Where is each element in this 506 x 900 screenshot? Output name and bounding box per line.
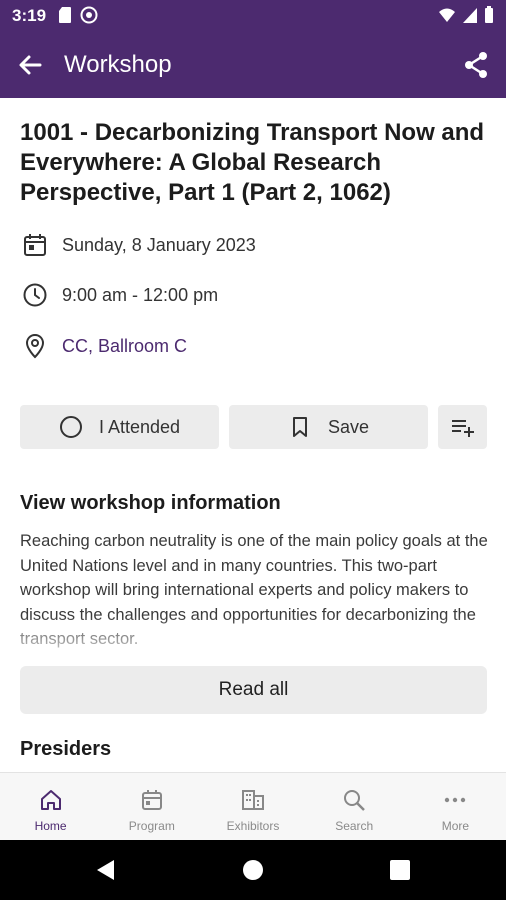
building-icon xyxy=(240,787,266,813)
circle-outline-icon xyxy=(59,415,83,439)
date-row: Sunday, 8 January 2023 xyxy=(20,230,256,260)
read-all-button[interactable]: Read all xyxy=(20,666,487,714)
nav-more[interactable]: More xyxy=(405,773,506,840)
page-title: Workshop xyxy=(64,51,172,78)
sd-card-icon xyxy=(58,6,72,29)
circle-home-icon xyxy=(243,860,263,880)
location-row[interactable]: CC, Ballroom C xyxy=(20,331,187,361)
i-attended-button[interactable]: I Attended xyxy=(20,405,219,449)
location-pin-icon xyxy=(20,331,50,361)
save-button[interactable]: Save xyxy=(229,405,428,449)
more-dots-icon xyxy=(442,787,468,813)
back-button[interactable] xyxy=(14,49,46,81)
workshop-description: Reaching carbon neutrality is one of the… xyxy=(20,532,488,648)
arrow-back-icon xyxy=(19,55,42,75)
nav-search-label: Search xyxy=(335,819,374,833)
nav-home[interactable]: Home xyxy=(0,773,101,840)
system-recents-button[interactable] xyxy=(388,858,412,882)
share-button[interactable] xyxy=(460,49,492,81)
system-home-button[interactable] xyxy=(241,858,265,882)
home-icon xyxy=(38,787,64,813)
search-icon xyxy=(341,787,367,813)
nav-exhibitors-label: Exhibitors xyxy=(226,819,280,833)
event-title: 1001 - Decarbonizing Transport Now and E… xyxy=(20,119,485,206)
calendar-icon xyxy=(139,787,165,813)
calendar-icon xyxy=(20,230,50,260)
nav-search[interactable]: Search xyxy=(304,773,405,840)
playlist-add-icon xyxy=(450,415,476,439)
status-bar: 3:19 xyxy=(0,0,506,32)
triangle-back-icon xyxy=(97,860,114,880)
bookmark-icon xyxy=(288,415,312,439)
clock-icon xyxy=(20,280,50,310)
nav-home-label: Home xyxy=(34,819,67,833)
time-row: 9:00 am - 12:00 pm xyxy=(20,280,218,310)
do-not-disturb-icon xyxy=(80,6,98,29)
event-date: Sunday, 8 January 2023 xyxy=(62,234,256,255)
i-attended-label: I Attended xyxy=(98,416,181,437)
system-back-button[interactable] xyxy=(94,858,118,882)
app-bar: Workshop xyxy=(0,32,506,98)
nav-more-label: More xyxy=(441,819,470,833)
battery-icon xyxy=(484,6,494,29)
add-to-playlist-button[interactable] xyxy=(438,405,487,449)
system-nav-bar xyxy=(0,840,506,900)
wifi-icon xyxy=(438,6,456,29)
event-location-link[interactable]: CC, Ballroom C xyxy=(62,336,187,357)
signal-icon xyxy=(462,6,478,29)
share-icon xyxy=(465,52,487,78)
status-time: 3:19 xyxy=(12,6,47,25)
bottom-nav: Home Program Exhibitors Search More xyxy=(0,772,506,840)
nav-program-label: Program xyxy=(128,819,175,833)
workshop-info-heading: View workshop information xyxy=(20,492,281,514)
nav-exhibitors[interactable]: Exhibitors xyxy=(202,773,303,840)
nav-program[interactable]: Program xyxy=(101,773,202,840)
square-recents-icon xyxy=(390,860,410,880)
presiders-heading: Presiders xyxy=(20,738,112,760)
save-label: Save xyxy=(327,416,370,437)
event-time: 9:00 am - 12:00 pm xyxy=(62,284,219,305)
